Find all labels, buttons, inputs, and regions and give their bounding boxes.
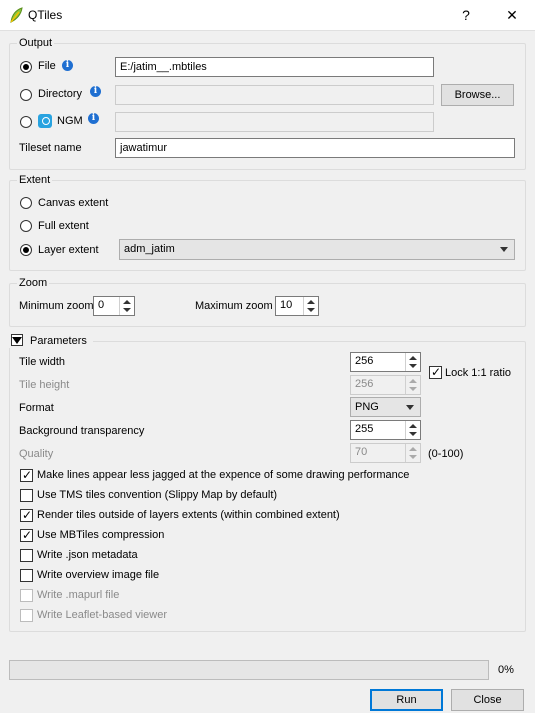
extent-legend: Extent (17, 174, 53, 186)
tileset-name-label: Tileset name (19, 142, 82, 154)
max-zoom-spinbox[interactable]: 10 (275, 296, 319, 316)
render-outside-checkbox[interactable] (20, 508, 33, 522)
browse-button[interactable]: Browse... (441, 84, 514, 106)
mbtiles-compression-label: Use MBTiles compression (37, 529, 165, 541)
info-icon: i (62, 60, 73, 71)
spin-up-icon[interactable] (409, 379, 417, 383)
leaflet-viewer-label: Write Leaflet-based viewer (37, 609, 168, 621)
window-title: QTiles (28, 8, 63, 22)
format-select[interactable]: PNG (350, 397, 421, 417)
spin-down-icon[interactable] (307, 308, 315, 312)
min-zoom-value: 0 (98, 299, 105, 311)
tms-checkbox[interactable] (20, 489, 33, 502)
collapse-toggle[interactable] (11, 334, 23, 346)
quality-range-label: (0-100) (428, 448, 464, 460)
output-legend: Output (17, 37, 55, 49)
qgis-leaf-icon (10, 7, 23, 23)
quality-spinbox[interactable]: 70 (350, 443, 421, 463)
directory-label: Directory (38, 88, 83, 100)
mbtiles-compression-checkbox[interactable] (20, 528, 33, 542)
format-label: Format (19, 402, 54, 414)
json-metadata-checkbox[interactable] (20, 549, 33, 562)
file-path-input[interactable]: E:/jatim__.mbtiles (115, 57, 434, 77)
tile-width-spinbox[interactable]: 256 (350, 352, 421, 372)
min-zoom-spinbox[interactable]: 0 (93, 296, 135, 316)
spin-up-icon[interactable] (307, 300, 315, 304)
tile-height-spinbox[interactable]: 256 (350, 375, 421, 395)
spin-down-icon[interactable] (409, 387, 417, 391)
full-extent-radio[interactable] (20, 220, 32, 232)
info-icon: i (90, 86, 101, 97)
json-metadata-label: Write .json metadata (37, 549, 138, 561)
format-value: PNG (355, 401, 379, 413)
directory-path-input[interactable] (115, 85, 434, 105)
spin-up-icon[interactable] (409, 447, 417, 451)
min-zoom-label: Minimum zoom (19, 300, 94, 312)
canvas-extent-radio[interactable] (20, 197, 32, 209)
tms-label: Use TMS tiles convention (Slippy Map by … (37, 489, 278, 501)
overview-image-label: Write overview image file (37, 569, 160, 581)
progress-bar (9, 660, 489, 680)
antialias-label: Make lines appear less jagged at the exp… (37, 469, 410, 481)
bg-transparency-spinbox[interactable]: 255 (350, 420, 421, 440)
chevron-down-icon (406, 405, 414, 410)
spin-down-icon[interactable] (409, 432, 417, 436)
spin-up-icon[interactable] (123, 300, 131, 304)
progress-text: 0% (498, 664, 514, 676)
close-button[interactable]: Close (451, 689, 524, 711)
info-icon: i (88, 113, 99, 124)
quality-value: 70 (355, 446, 368, 458)
triangle-down-icon (12, 337, 22, 344)
layer-select-value: adm_jatim (124, 243, 175, 255)
spin-down-icon[interactable] (123, 308, 131, 312)
tile-height-label: Tile height (19, 379, 70, 391)
overview-image-checkbox[interactable] (20, 569, 33, 582)
bg-transparency-value: 255 (355, 423, 374, 435)
tile-height-value: 256 (355, 378, 374, 390)
render-outside-label: Render tiles outside of layers extents (… (37, 509, 340, 521)
antialias-checkbox[interactable] (20, 468, 33, 482)
ngm-radio[interactable] (20, 116, 32, 128)
zoom-legend: Zoom (17, 277, 50, 289)
close-window-button[interactable]: ✕ (489, 0, 535, 30)
spin-up-icon[interactable] (409, 424, 417, 428)
parameters-legend: Parameters (30, 335, 87, 347)
quality-label: Quality (19, 448, 54, 460)
mapurl-label: Write .mapurl file (37, 589, 120, 601)
layer-extent-radio[interactable] (20, 244, 32, 256)
directory-radio[interactable] (20, 89, 32, 101)
spin-down-icon[interactable] (409, 364, 417, 368)
spin-down-icon[interactable] (409, 455, 417, 459)
canvas-extent-label: Canvas extent (38, 197, 109, 209)
run-button[interactable]: Run (370, 689, 443, 711)
file-label: File (38, 60, 56, 72)
tile-width-label: Tile width (19, 356, 66, 368)
tile-width-value: 256 (355, 355, 374, 367)
ngm-icon (38, 114, 52, 128)
tileset-name-input[interactable]: jawatimur (115, 138, 515, 158)
lock-ratio-checkbox[interactable] (429, 365, 442, 379)
file-radio[interactable] (20, 61, 32, 73)
ngm-label: NGM (57, 115, 83, 127)
lock-ratio-label: Lock 1:1 ratio (445, 367, 512, 379)
bg-transparency-label: Background transparency (19, 425, 145, 437)
max-zoom-value: 10 (280, 299, 293, 311)
ngm-input[interactable] (115, 112, 434, 132)
help-button[interactable]: ? (443, 0, 489, 30)
parameters-header[interactable]: Parameters (9, 334, 93, 348)
layer-extent-label: Layer extent (38, 244, 99, 256)
spin-up-icon[interactable] (409, 356, 417, 360)
title-bar: QTiles ? ✕ (0, 0, 535, 31)
leaflet-viewer-checkbox[interactable] (20, 609, 33, 622)
max-zoom-label: Maximum zoom (195, 300, 273, 312)
layer-select[interactable]: adm_jatim (119, 239, 515, 260)
mapurl-checkbox[interactable] (20, 589, 33, 602)
chevron-down-icon (500, 247, 508, 252)
full-extent-label: Full extent (38, 220, 89, 232)
